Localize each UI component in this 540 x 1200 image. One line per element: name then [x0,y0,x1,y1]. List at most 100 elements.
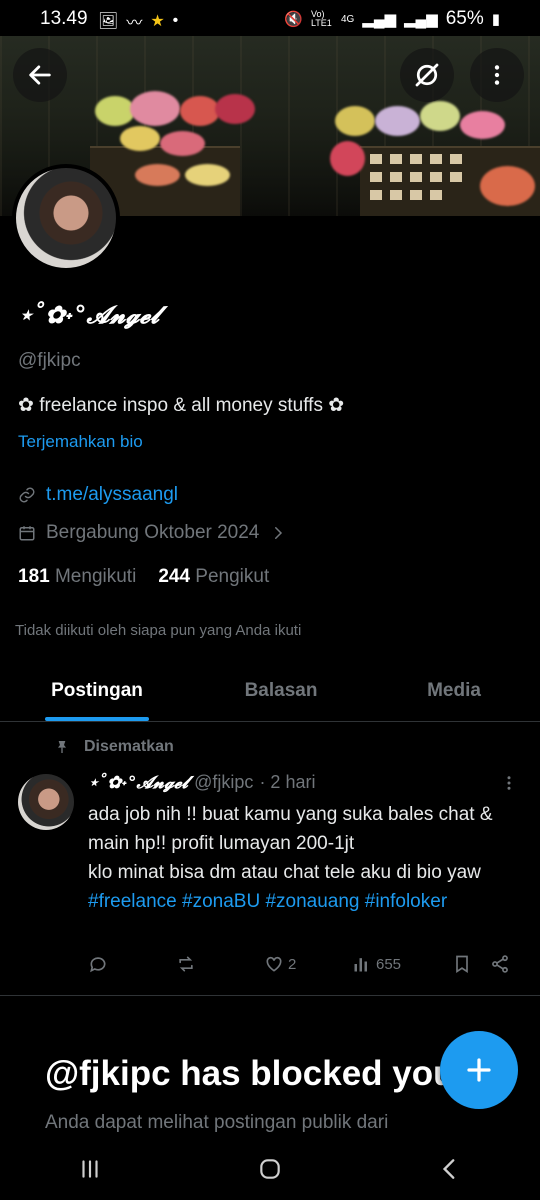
flower-bunch [180,96,220,126]
view-count: 655 [376,955,402,973]
dot-icon: • [172,12,179,29]
back-arrow-icon [29,65,51,85]
flower-bunch [135,164,180,186]
status-bar: 13.49 🖼 〰 ★ • 🔇 Vo) LTE1 4G ▂▄▆ ▂▄▆ 65% … [0,0,540,36]
pinned-label: Disematkan [84,738,174,755]
signal-icon-2: ▂▄▆ [404,11,438,28]
greeting-card [430,172,442,182]
following-count: 181 [18,566,50,587]
blocked-subtitle: Anda dapat melihat postingan publik dari [45,1112,389,1133]
link-icon [19,487,35,503]
tweet-author-handle[interactable]: @fjkipc [194,772,253,793]
battery-percent: 65% [445,8,484,29]
greeting-card [410,172,422,182]
bookmark-button[interactable] [452,954,490,974]
profile-link-row[interactable]: t.me/alyssaangl [18,484,178,506]
calendar-icon [19,526,35,541]
flower-bunch [335,106,375,136]
tweet-author-name[interactable]: ⋆˚✿˖°𝓐𝓷𝓰𝓮𝓵 [88,773,188,793]
followers-stat[interactable]: 244 Pengikut [158,566,269,588]
tweet-hashtags[interactable]: #freelance #zonaBU #zonauang #infoloker [88,887,528,916]
flower-bunch [420,101,460,131]
tweet-text-line: klo minat bisa dm atau chat tele aku di … [88,862,481,883]
flower-bunch [330,141,365,176]
chevron-right-icon [275,527,283,539]
mute-icon: 🔇 [284,11,303,28]
join-date: Bergabung Oktober 2024 [46,522,260,543]
profile-avatar[interactable] [12,164,120,272]
tab-replies[interactable]: Balasan [194,660,368,721]
signal-icon: ▂▄▆ [362,11,396,28]
flower-bunch [460,111,505,139]
more-vertical-icon [494,65,500,85]
display-name: ⋆˚✿˖°𝓐𝓷𝓰𝓮𝓵 [18,300,160,329]
grok-button[interactable] [400,48,454,102]
share-icon [492,955,508,973]
flower-bunch [120,126,160,151]
volte-label: Vo) LTE1 [310,9,332,28]
following-label: Mengikuti [54,566,137,587]
grok-icon [415,63,439,87]
flower-bunch [480,166,535,206]
gallery-icon: 🖼 [98,13,119,30]
reply-icon [90,957,106,973]
tab-media[interactable]: Media [368,660,540,721]
followers-count: 244 [158,566,191,587]
network-label: 4G [340,13,355,25]
signal-wave-icon: 〰 [126,15,143,32]
tweet-actions: 2 655 [88,954,518,974]
following-stat[interactable]: 181 Mengikuti [18,566,136,588]
like-icon [266,956,282,972]
recent-apps-icon[interactable] [77,1156,103,1182]
like-count: 2 [288,955,297,973]
home-icon[interactable] [257,1156,283,1182]
profile-link[interactable]: t.me/alyssaangl [46,484,178,506]
views-button[interactable]: 655 [352,954,452,974]
greeting-card [390,172,402,182]
bookmark-icon [456,955,468,974]
not-followed-note: Tidak diikuti oleh siapa pun yang Anda i… [15,622,302,639]
pinned-tweet[interactable]: ⋆˚✿˖°𝓐𝓷𝓰𝓮𝓵 @fjkipc · 2 hari ada job nih … [0,768,540,996]
follow-stats: 181 Mengikuti 244 Pengikut [18,566,269,588]
profile-handle: @fjkipc [18,350,81,371]
system-icons: 🔇 Vo) LTE1 4G ▂▄▆ ▂▄▆ 65% ▮ [284,8,500,30]
like-button[interactable]: 2 [264,954,352,974]
join-date-row[interactable]: Bergabung Oktober 2024 [18,522,287,544]
profile-tabs: Postingan Balasan Media [0,660,540,722]
greeting-card [430,190,442,200]
flower-bunch [160,131,205,156]
greeting-card [390,190,402,200]
flower-bunch [130,91,180,126]
greeting-card [370,190,382,200]
tweet-text: ada job nih !! buat kamu yang suka bales… [88,800,528,916]
star-icon: ★ [150,13,165,30]
more-options-button[interactable] [470,48,524,102]
share-button[interactable] [490,954,510,974]
tweet-header: ⋆˚✿˖°𝓐𝓷𝓰𝓮𝓵 @fjkipc · 2 hari [88,772,315,793]
views-icon [354,958,367,972]
greeting-card [370,172,382,182]
back-nav-icon[interactable] [437,1156,463,1182]
followers-label: Pengikut [195,566,270,587]
translate-bio-link[interactable]: Terjemahkan bio [18,432,143,452]
retweet-button[interactable] [176,954,264,974]
tweet-time: · 2 hari [259,772,316,792]
tab-posts[interactable]: Postingan [0,660,194,721]
system-navigation-bar [0,1138,540,1200]
greeting-card [430,154,442,164]
greeting-card [410,154,422,164]
back-button[interactable] [13,48,67,102]
tweet-avatar[interactable] [18,774,74,830]
profile-bio: ✿ freelance inspo & all money stuffs ✿ [18,395,345,416]
tweet-more-button[interactable] [500,774,518,797]
greeting-card [450,154,462,164]
pin-icon [58,741,66,753]
greeting-card [370,154,382,164]
reply-button[interactable] [88,954,176,974]
plus-icon [467,1058,491,1082]
greeting-card [390,154,402,164]
battery-icon: ▮ [491,11,500,28]
compose-button[interactable] [440,1031,518,1109]
tweet-text-line: ada job nih !! buat kamu yang suka bales… [88,804,493,854]
more-vertical-icon [507,776,511,790]
